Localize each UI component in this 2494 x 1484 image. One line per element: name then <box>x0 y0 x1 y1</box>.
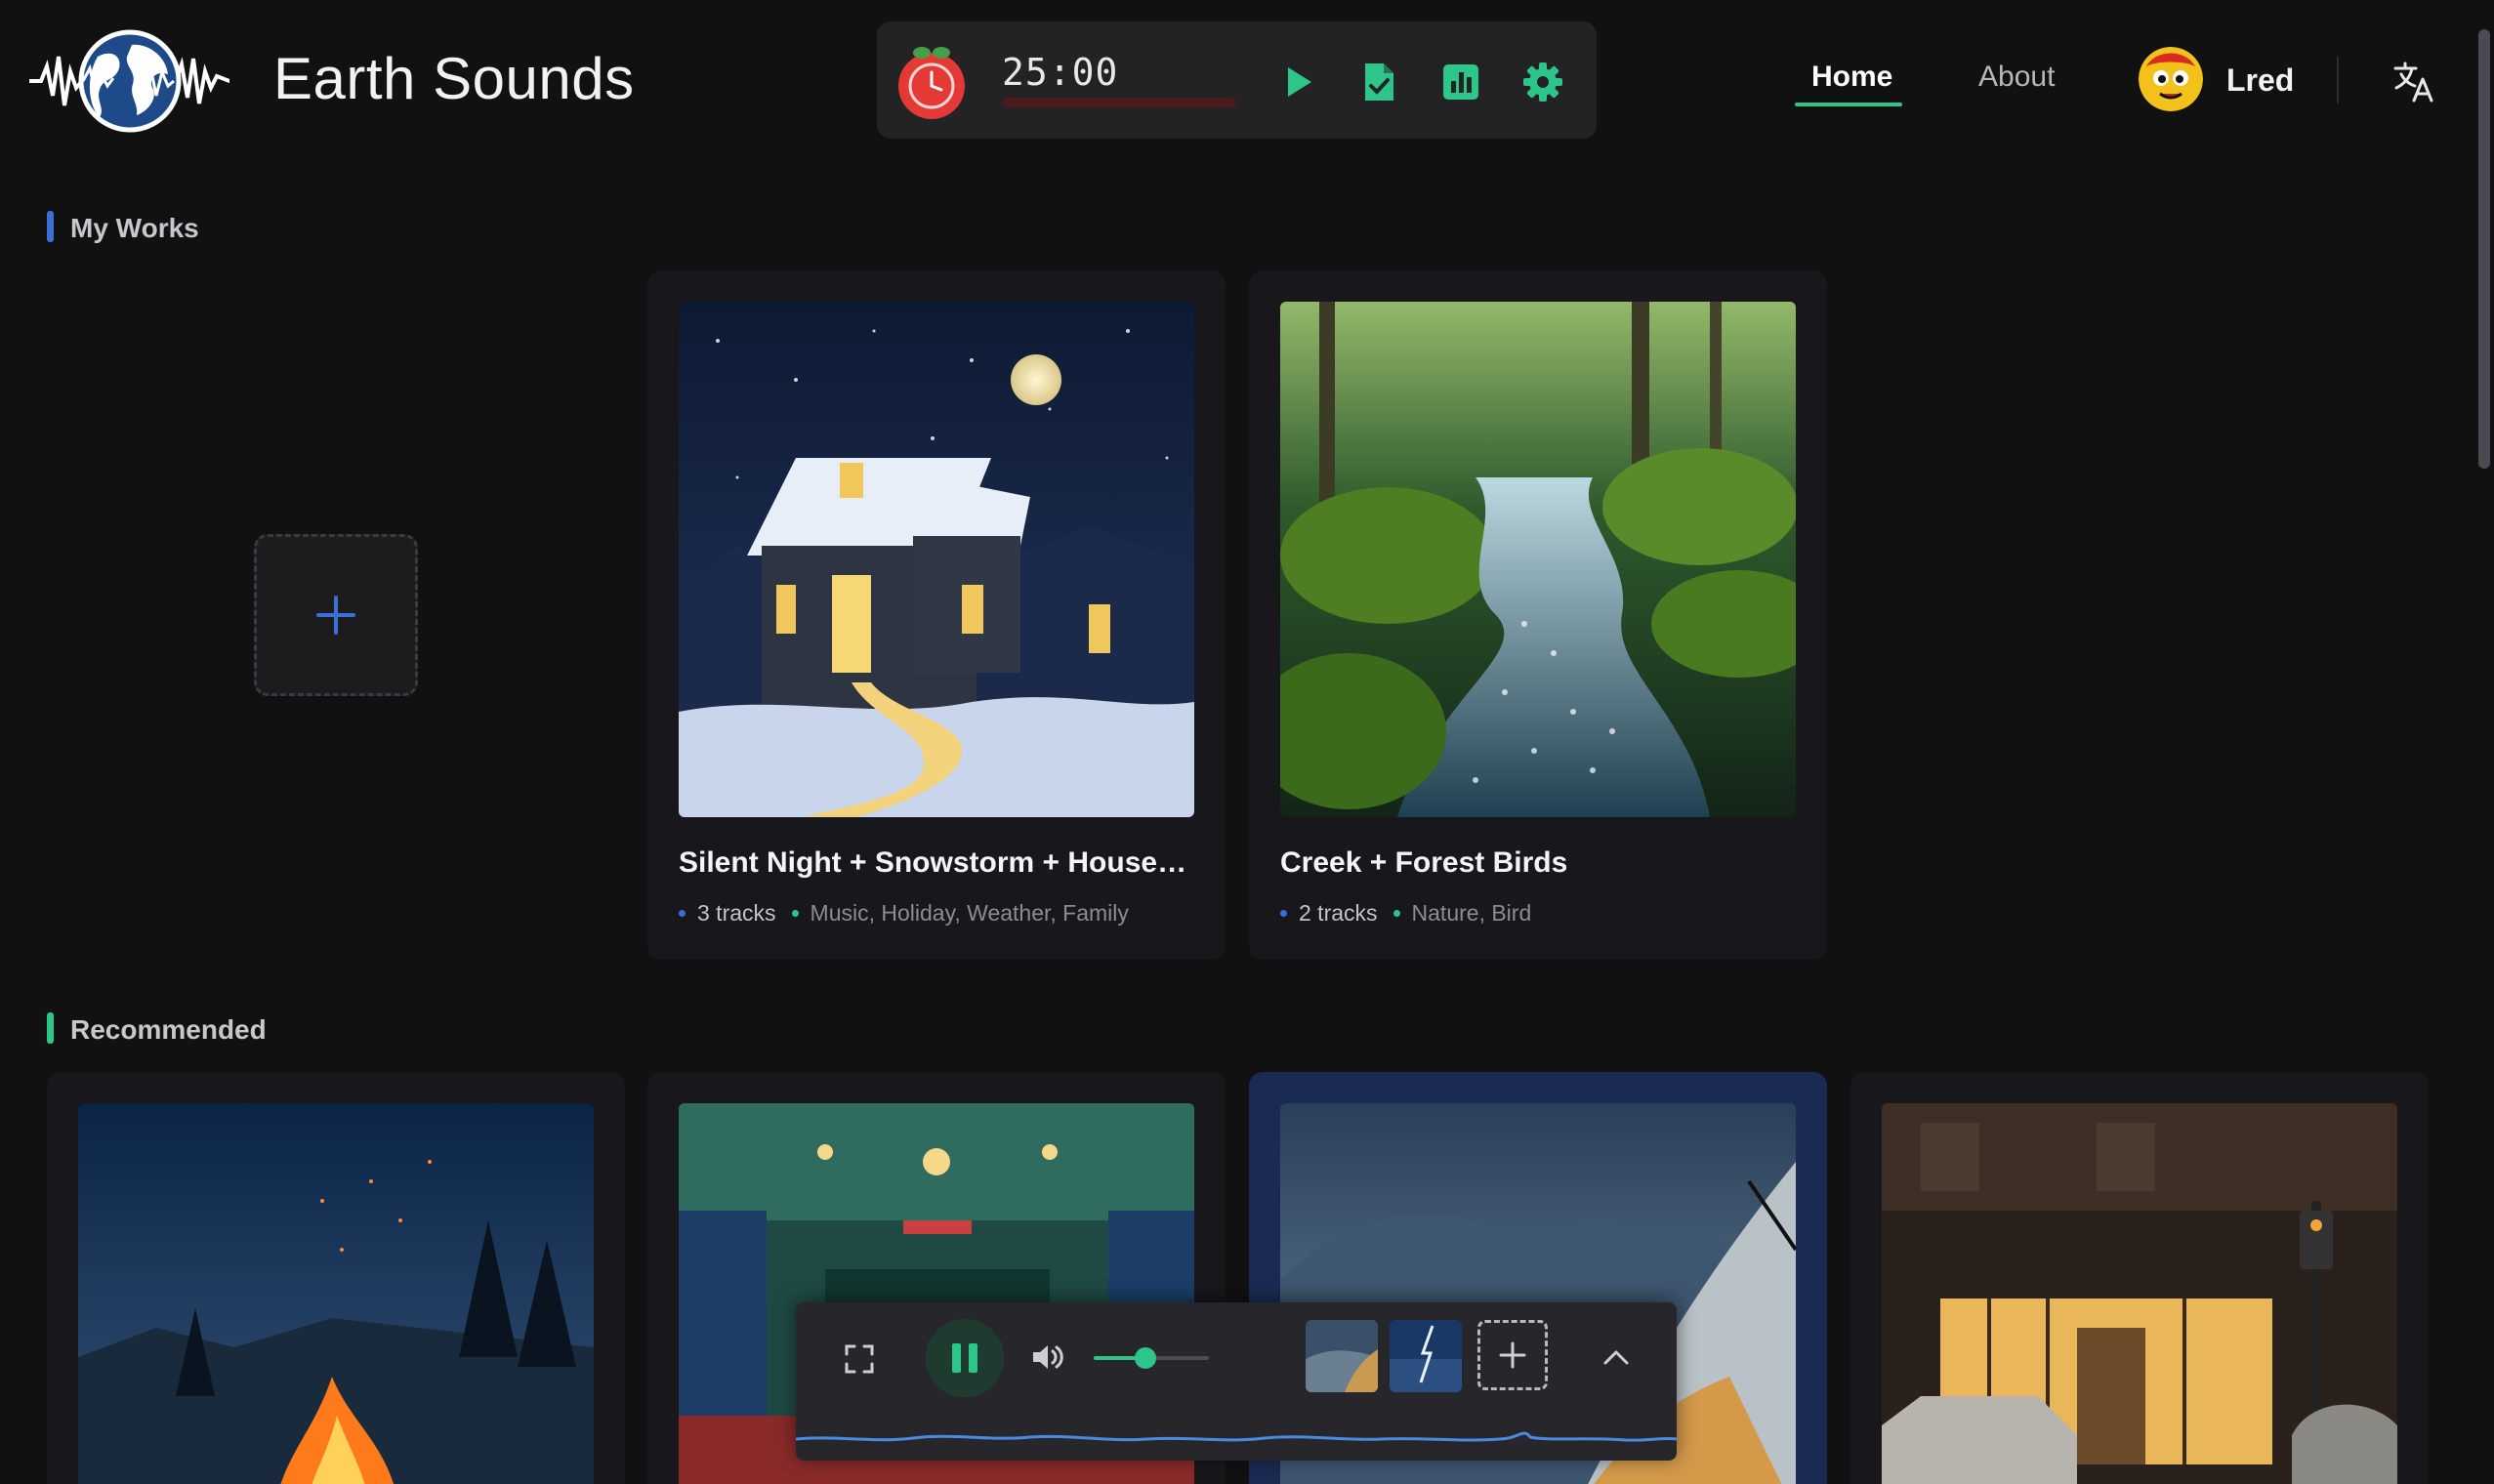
work-tags: Music, Holiday, Weather, Family <box>810 900 1129 926</box>
tracks-dot-icon <box>679 910 686 917</box>
chevron-up-icon <box>1603 1350 1629 1365</box>
translate-icon[interactable] <box>2392 61 2435 103</box>
active-track-thunderstorm[interactable] <box>1390 1320 1462 1392</box>
plus-icon <box>316 596 355 635</box>
recommended-accent <box>47 1012 54 1044</box>
volume-icon <box>1033 1345 1063 1369</box>
expand-player-button[interactable] <box>1597 1338 1636 1377</box>
volume-slider[interactable] <box>1094 1347 1209 1369</box>
work-cover-image <box>679 302 1194 817</box>
work-cover-image <box>1280 302 1796 817</box>
fullscreen-icon <box>845 1344 874 1374</box>
gear-icon <box>1523 62 1562 102</box>
add-work-button[interactable] <box>254 534 418 696</box>
work-meta: 2 tracks Nature, Bird <box>1280 900 1531 927</box>
bar-chart-icon <box>1443 64 1478 100</box>
work-card[interactable]: Creek + Forest Birds 2 tracks Nature, Bi… <box>1249 270 1827 960</box>
my-works-accent <box>47 211 54 242</box>
fullscreen-button[interactable] <box>840 1340 879 1379</box>
tags-dot-icon <box>791 910 799 917</box>
audio-waveform <box>796 1431 1677 1442</box>
work-tags: Nature, Bird <box>1411 900 1532 926</box>
timer-settings-button[interactable] <box>1519 59 1566 105</box>
user-avatar[interactable] <box>2139 47 2203 111</box>
cafe-image <box>1882 1103 2397 1484</box>
recommended-card-cafe[interactable] <box>1850 1072 2429 1484</box>
track-count: 3 tracks <box>697 900 776 926</box>
tracks-dot-icon <box>1280 910 1287 917</box>
pomodoro-panel: 25:00 <box>877 21 1597 139</box>
earth-logo-icon[interactable] <box>29 27 229 135</box>
nav-about[interactable]: About <box>1978 61 2055 94</box>
header: Earth Sounds 25:00 Home About Lred <box>0 0 2494 166</box>
file-check-icon <box>1365 63 1393 101</box>
play-icon <box>1288 67 1311 97</box>
plus-icon <box>1499 1341 1526 1369</box>
timer-progress-bar <box>1002 98 1236 107</box>
add-track-button[interactable] <box>1477 1320 1548 1390</box>
nav-home[interactable]: Home <box>1811 61 1892 94</box>
statistics-button[interactable] <box>1437 59 1484 105</box>
recommended-card-campfire[interactable] <box>47 1072 625 1484</box>
app-root: Earth Sounds 25:00 Home About Lred My Wo… <box>0 0 2494 1484</box>
work-card[interactable]: Silent Night + Snowstorm + Househo... 3 … <box>647 270 1226 960</box>
section-my-works: My Works <box>70 213 199 243</box>
work-title: Creek + Forest Birds <box>1280 846 1568 879</box>
campfire-image <box>78 1103 594 1484</box>
volume-knob[interactable] <box>1135 1347 1157 1369</box>
volume-button[interactable] <box>1028 1338 1067 1377</box>
task-list-button[interactable] <box>1355 59 1402 105</box>
pause-icon <box>952 1343 977 1373</box>
tomato-timer-icon[interactable] <box>893 43 971 121</box>
active-track-tent-rain[interactable] <box>1306 1320 1378 1392</box>
pause-button[interactable] <box>926 1319 1004 1397</box>
page-scrollbar[interactable] <box>2478 29 2490 469</box>
track-count: 2 tracks <box>1299 900 1378 926</box>
work-meta: 3 tracks Music, Holiday, Weather, Family <box>679 900 1129 927</box>
player-bar <box>796 1302 1677 1461</box>
nav-active-indicator <box>1795 103 1902 106</box>
timer-display: 25:00 <box>1002 51 1119 94</box>
app-title: Earth Sounds <box>273 46 635 111</box>
header-divider <box>2337 57 2339 103</box>
tags-dot-icon <box>1392 910 1400 917</box>
work-title: Silent Night + Snowstorm + Househo... <box>679 846 1196 879</box>
username[interactable]: Lred <box>2226 62 2294 99</box>
section-recommended: Recommended <box>70 1014 267 1045</box>
play-timer-button[interactable] <box>1275 59 1322 105</box>
